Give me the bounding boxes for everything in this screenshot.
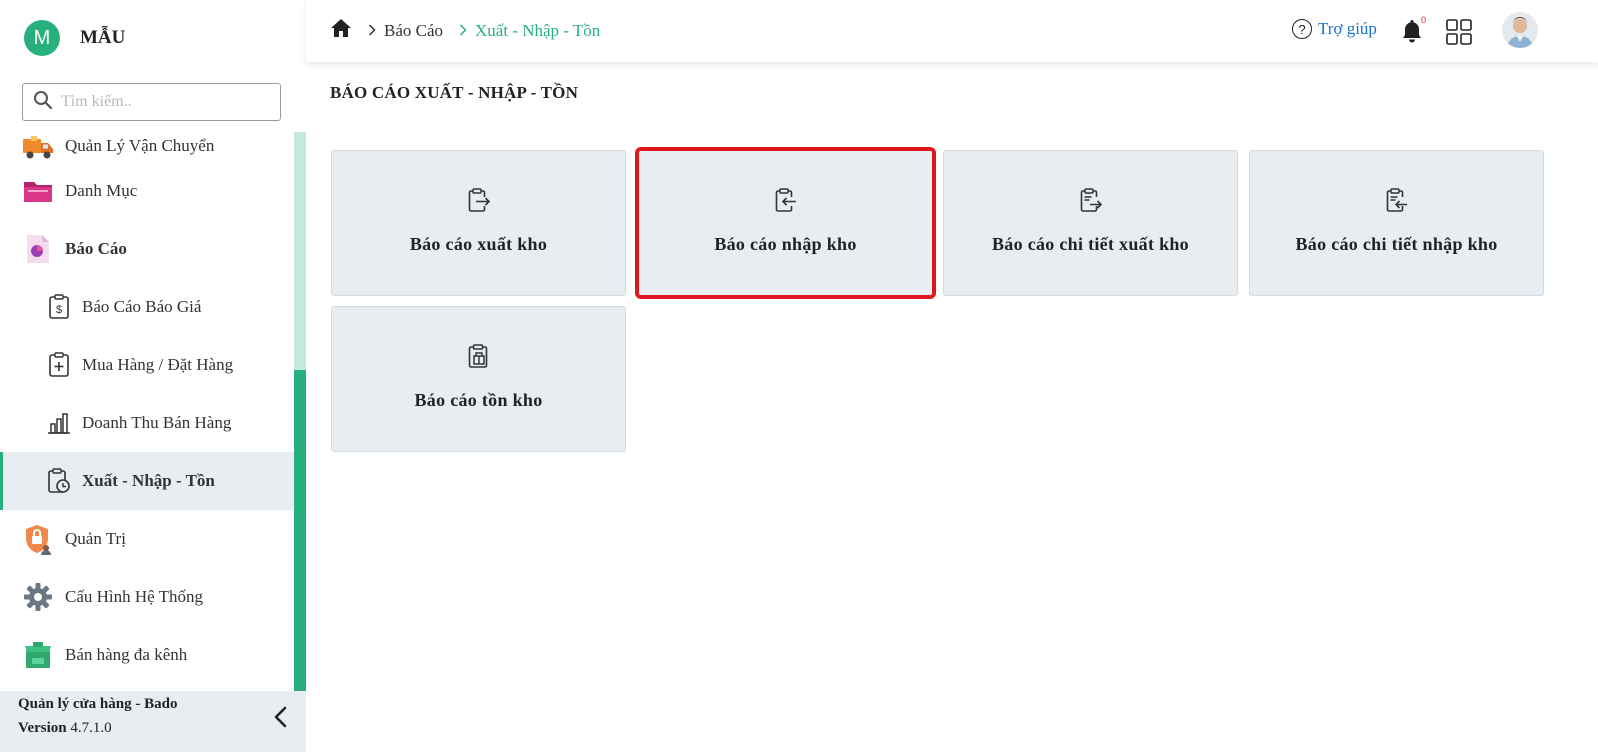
sidebar-item-label: Danh Mục bbox=[65, 181, 138, 200]
sidebar-item-label: Xuất - Nhập - Tồn bbox=[82, 471, 215, 490]
search-box bbox=[22, 83, 281, 121]
svg-text:$: $ bbox=[56, 304, 62, 316]
report-icon bbox=[22, 233, 54, 265]
sidebar-item-label: Quản Trị bbox=[65, 529, 126, 548]
help-label: Trợ giúp bbox=[1318, 19, 1377, 38]
clipboard-box-icon bbox=[465, 341, 493, 371]
version-label: Version bbox=[18, 720, 67, 736]
sidebar-item-bao-cao[interactable]: Báo Cáo bbox=[0, 220, 294, 278]
search-icon bbox=[33, 90, 53, 115]
shop-icon bbox=[22, 639, 54, 671]
clipboard-list-import-icon bbox=[1383, 185, 1411, 215]
card-label: Báo cáo nhập kho bbox=[714, 234, 857, 254]
breadcrumb: Báo Cáo Xuất - Nhập - Tồn bbox=[330, 18, 600, 43]
clipboard-import-icon bbox=[772, 185, 800, 215]
page-title: BÁO CÁO XUẤT - NHẬP - TỒN bbox=[330, 83, 579, 102]
app-name: Quản lý cửa hàng - Bado bbox=[18, 696, 178, 712]
sidebar-item-label: Doanh Thu Bán Hàng bbox=[82, 413, 232, 432]
card-bao-cao-chi-tiet-xuat-kho[interactable]: Báo cáo chi tiết xuất kho bbox=[943, 150, 1238, 296]
top-header: Báo Cáo Xuất - Nhập - Tồn ? Trợ giúp 0 bbox=[306, 0, 1598, 62]
folder-icon bbox=[22, 175, 54, 207]
sidebar-item-mua-hang[interactable]: Mua Hàng / Đặt Hàng bbox=[0, 336, 294, 394]
app-version: Version 4.7.1.0 bbox=[18, 720, 112, 737]
brand-avatar: M bbox=[24, 20, 60, 56]
clipboard-dollar-icon: $ bbox=[46, 294, 72, 320]
breadcrumb-current: Xuất - Nhập - Tồn bbox=[475, 20, 601, 40]
brand: M MẪU bbox=[24, 20, 126, 56]
grid-icon bbox=[1446, 19, 1472, 45]
apps-grid-button[interactable] bbox=[1446, 19, 1472, 45]
card-bao-cao-nhap-kho[interactable]: Báo cáo nhập kho bbox=[635, 147, 936, 299]
help-link[interactable]: ? Trợ giúp bbox=[1292, 19, 1377, 39]
question-circle-icon: ? bbox=[1292, 19, 1312, 39]
card-bao-cao-xuat-kho[interactable]: Báo cáo xuất kho bbox=[331, 150, 626, 296]
sidebar-scrollbar-thumb[interactable] bbox=[294, 370, 306, 692]
breadcrumb-separator-icon bbox=[459, 21, 467, 41]
card-label: Báo cáo xuất kho bbox=[409, 234, 548, 254]
user-avatar[interactable] bbox=[1502, 12, 1538, 48]
search-input[interactable] bbox=[59, 92, 263, 112]
truck-icon bbox=[22, 132, 54, 164]
shield-user-icon bbox=[22, 523, 54, 555]
sidebar-item-cau-hinh[interactable]: Cấu Hình Hệ Thống bbox=[0, 568, 294, 626]
sidebar-item-label: Mua Hàng / Đặt Hàng bbox=[82, 355, 234, 374]
card-label: Báo cáo chi tiết nhập kho bbox=[1295, 234, 1498, 254]
clipboard-clock-icon bbox=[46, 468, 72, 494]
card-bao-cao-ton-kho[interactable]: Báo cáo tồn kho bbox=[331, 306, 626, 452]
sidebar-item-label: Quản Lý Vận Chuyển bbox=[65, 136, 215, 155]
chevron-left-icon bbox=[274, 706, 287, 728]
breadcrumb-separator-icon bbox=[368, 21, 376, 41]
sidebar-item-label: Báo Cáo Báo Giá bbox=[82, 297, 202, 316]
sidebar-item-xuat-nhap-ton[interactable]: Xuất - Nhập - Tồn bbox=[0, 452, 294, 510]
sidebar-item-label: Bán hàng đa kênh bbox=[65, 645, 188, 664]
breadcrumb-bao-cao[interactable]: Báo Cáo bbox=[384, 21, 443, 41]
sidebar-item-label: Báo Cáo bbox=[65, 239, 127, 258]
sidebar-item-danh-muc[interactable]: Danh Mục bbox=[0, 162, 294, 220]
notification-count: 0 bbox=[1421, 15, 1427, 25]
bar-chart-icon bbox=[46, 410, 72, 436]
version-number: 4.7.1.0 bbox=[70, 720, 112, 736]
sidebar-item-van-chuyen[interactable]: Quản Lý Vận Chuyển bbox=[0, 132, 294, 162]
clipboard-export-icon bbox=[465, 185, 493, 215]
sidebar-footer: Quản lý cửa hàng - Bado Version 4.7.1.0 bbox=[0, 691, 306, 752]
card-label: Báo cáo tồn kho bbox=[414, 390, 543, 410]
sidebar-item-doanh-thu[interactable]: Doanh Thu Bán Hàng bbox=[0, 394, 294, 452]
sidebar-item-bao-cao-bao-gia[interactable]: $ Báo Cáo Báo Giá bbox=[0, 278, 294, 336]
clipboard-plus-icon bbox=[46, 352, 72, 378]
gear-icon bbox=[22, 581, 54, 613]
sidebar-item-label: Cấu Hình Hệ Thống bbox=[65, 587, 204, 606]
home-icon[interactable] bbox=[330, 18, 352, 43]
brand-name: MẪU bbox=[80, 27, 126, 48]
clipboard-list-export-icon bbox=[1077, 185, 1105, 215]
sidebar: M MẪU Quản Lý Vận Chuyển Danh Mục Báo Cá… bbox=[0, 0, 306, 752]
card-label: Báo cáo chi tiết xuất kho bbox=[991, 234, 1189, 254]
sidebar-menu: Quản Lý Vận Chuyển Danh Mục Báo Cáo $ Bá… bbox=[0, 132, 294, 684]
sidebar-item-quan-tri[interactable]: Quản Trị bbox=[0, 510, 294, 568]
card-bao-cao-chi-tiet-nhap-kho[interactable]: Báo cáo chi tiết nhập kho bbox=[1249, 150, 1544, 296]
collapse-sidebar-button[interactable] bbox=[270, 705, 292, 729]
sidebar-item-ban-hang-da-kenh[interactable]: Bán hàng đa kênh bbox=[0, 626, 294, 684]
